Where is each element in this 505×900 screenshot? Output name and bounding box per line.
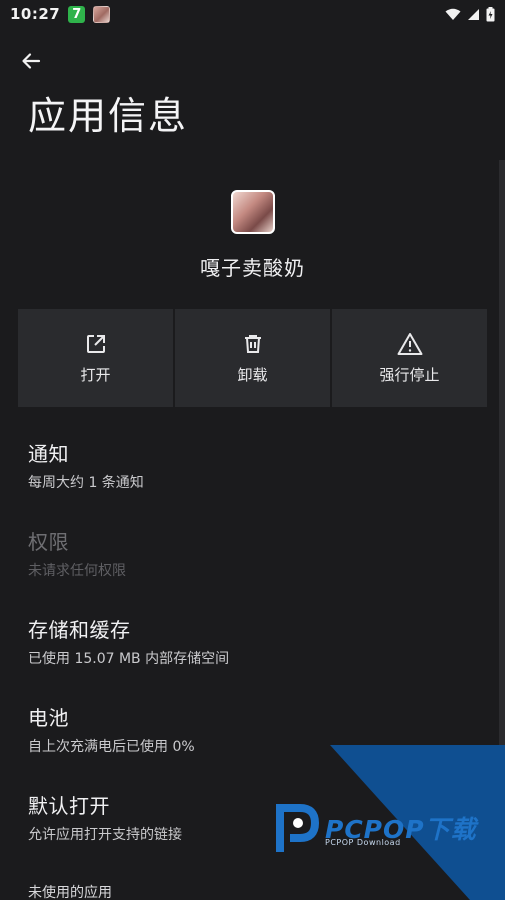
list-item-title: 存储和缓存 <box>28 618 131 642</box>
uninstall-button[interactable]: 卸载 <box>175 309 330 407</box>
action-buttons: 打开 卸载 强行停止 <box>18 309 487 407</box>
app-header: 嘎子卖酸奶 <box>0 190 505 281</box>
notification-thumbnail-icon <box>93 5 111 23</box>
list-item-title: 通知 <box>28 442 69 466</box>
back-arrow-icon <box>22 53 41 69</box>
section-header-unused-apps: 未使用的应用 <box>28 885 112 900</box>
app-icon <box>230 190 275 234</box>
back-button[interactable] <box>14 44 48 78</box>
battery-charging-icon <box>486 6 495 21</box>
uninstall-button-label: 卸载 <box>237 365 268 384</box>
list-item-summary: 每周大约 1 条通知 <box>28 475 144 491</box>
trash-icon <box>244 334 261 353</box>
page-title: 应用信息 <box>28 94 189 138</box>
list-item-notifications[interactable]: 通知 每周大约 1 条通知 <box>0 416 505 504</box>
notification-app-icon: 7 <box>68 5 86 23</box>
list-item-storage[interactable]: 存储和缓存 已使用 15.07 MB 内部存储空间 <box>0 592 505 680</box>
status-bar: 10:27 7 <box>0 0 505 28</box>
warning-icon <box>397 332 422 355</box>
signal-icon <box>468 8 479 20</box>
list-item-summary: 已使用 15.07 MB 内部存储空间 <box>28 651 230 667</box>
force-stop-button-label: 强行停止 <box>379 365 440 384</box>
list-item-title: 权限 <box>28 530 69 554</box>
list-item-summary: 未请求任何权限 <box>28 563 126 579</box>
app-bar <box>0 40 505 80</box>
open-button-label: 打开 <box>80 365 111 384</box>
wifi-icon <box>445 8 461 20</box>
open-external-icon <box>86 334 105 353</box>
app-name: 嘎子卖酸奶 <box>200 256 305 280</box>
list-item-permissions: 权限 未请求任何权限 <box>0 504 505 592</box>
list-item-title: 电池 <box>28 706 69 730</box>
watermark-subtitle: PCPOP Download <box>325 838 401 847</box>
status-time: 10:27 <box>10 5 61 23</box>
status-icons <box>445 6 495 22</box>
force-stop-button[interactable]: 强行停止 <box>332 309 487 407</box>
watermark-logo-icon <box>276 804 320 852</box>
open-button[interactable]: 打开 <box>18 309 173 407</box>
